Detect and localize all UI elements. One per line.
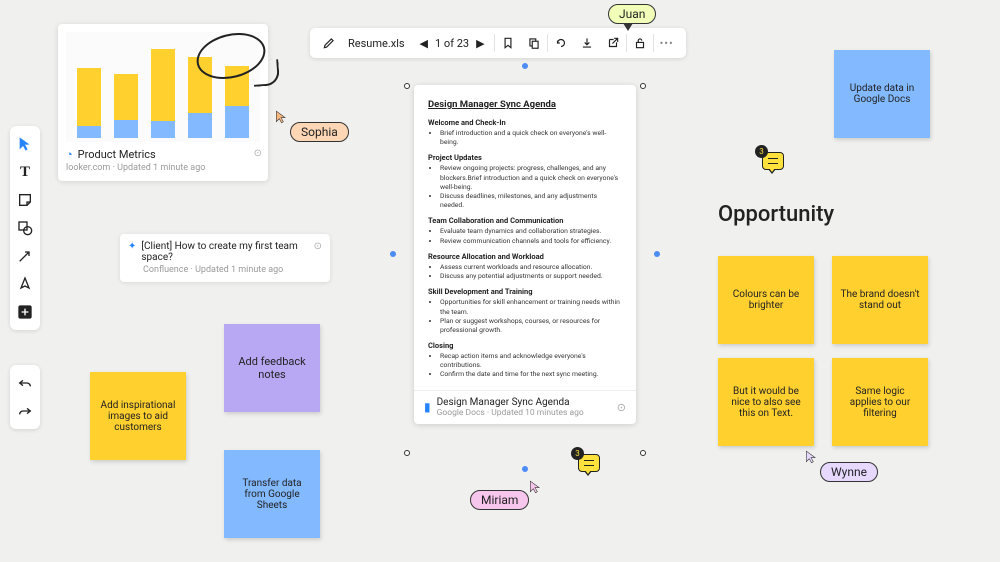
tool-text[interactable]: T [13,160,37,184]
comment-count: 3 [571,447,584,460]
doc-section-heading: Project Updates [428,153,622,163]
sticky-same[interactable]: Same logic applies to our filtering [832,358,928,446]
card-source: looker.com [66,163,110,173]
copy-icon[interactable] [521,28,547,58]
user-label-miriam: Miriam [470,490,529,510]
tool-add[interactable] [13,300,37,324]
selection-handle[interactable] [404,83,410,89]
doc-bullet: Assess current workloads and resource al… [440,263,622,272]
selection-handle[interactable] [404,450,410,456]
doc-bullet: Evaluate team dynamics and collaboration… [440,227,622,236]
toolbox-history [10,365,40,429]
user-label-sophia: Sophia [290,122,349,142]
comment-count: 3 [755,145,768,158]
open-external-icon[interactable] [600,28,626,58]
filename[interactable]: Resume.xls [342,28,411,58]
document-toolbar: Resume.xls ◀ 1 of 23 ▶ ••• [310,28,686,58]
sticky-inspirational[interactable]: Add inspirational images to aid customer… [90,372,186,460]
selection-mid-handle[interactable] [522,63,528,69]
user-label-juan: Juan [608,4,656,24]
bookmark-icon[interactable] [495,28,521,58]
card-conf-source: Confluence [143,265,188,275]
card-title: Product Metrics [78,148,156,161]
doc-bullet: Review communication channels and tools … [440,237,622,246]
sticky-update[interactable]: Update data in Google Docs [834,50,930,138]
card-product-metrics[interactable]: ◔ Product Metrics looker.com · Updated 1… [58,24,268,181]
tool-pen[interactable] [13,272,37,296]
page-indicator: 1 of 23 [435,37,469,50]
tool-shape[interactable] [13,216,37,240]
doc-section-heading: Welcome and Check-In [428,118,622,128]
edit-icon[interactable] [316,28,342,58]
sticky-colours[interactable]: Colours can be brighter [718,256,814,344]
lock-icon[interactable] [627,28,653,58]
doc-bullet: Confirm the date and time for the next s… [440,370,622,379]
doc-heading: Design Manager Sync Agenda [428,99,622,112]
doc-bullet: Recap action items and acknowledge every… [440,352,622,370]
selection-mid-handle[interactable] [390,251,396,257]
doc-section-heading: Resource Allocation and Workload [428,252,622,262]
selection-handle[interactable] [640,83,646,89]
user-label-wynne: Wynne [820,462,878,482]
card-conf-more-icon[interactable]: ⊙ [314,241,322,252]
doc-bullet: Discuss any potential adjustments or sup… [440,272,622,281]
doc-section-heading: Team Collaboration and Communication [428,216,622,226]
card-more-icon[interactable]: ⊙ [254,148,262,159]
doc-bullet: Review ongoing projects: progress, chall… [440,164,622,192]
chart-product-metrics [66,32,260,142]
cursor-miriam-icon [528,480,542,494]
tool-sticky[interactable] [13,188,37,212]
sticky-transfer[interactable]: Transfer data from Google Sheets [224,450,320,538]
doc-footer-updated: Updated 10 minutes ago [491,408,583,418]
confluence-icon: ✦ [128,241,136,252]
download-icon[interactable] [574,28,600,58]
selection-mid-handle[interactable] [654,251,660,257]
doc-bullet: Plan or suggest workshops, courses, or r… [440,317,622,335]
redo-button[interactable] [13,399,37,423]
doc-footer-title: Design Manager Sync Agenda [437,397,584,408]
doc-section-heading: Closing [428,341,622,351]
comment-bubble[interactable]: 3 [762,152,784,170]
page-prev-button[interactable]: ◀ [417,37,431,50]
undo-button[interactable] [13,371,37,395]
tool-select[interactable] [13,132,37,156]
selection-mid-handle[interactable] [522,466,528,472]
sticky-feedback[interactable]: Add feedback notes [224,324,320,412]
doc-more-icon[interactable]: ⊙ [617,401,626,414]
doc-section-heading: Skill Development and Training [428,287,622,297]
card-conf-title: [Client] How to create my first team spa… [141,241,308,263]
sticky-brand[interactable]: The brand doesn't stand out [832,256,928,344]
tool-arrow[interactable] [13,244,37,268]
refresh-icon[interactable] [548,28,574,58]
doc-bullet: Brief introduction and a quick check on … [440,129,622,147]
gdocs-icon: ▮ [424,400,431,414]
page-next-button[interactable]: ▶ [473,37,487,50]
heading-opportunity: Opportunity [718,202,834,227]
cursor-wynne-icon [804,450,818,464]
doc-footer-source: Google Docs [437,408,485,418]
toolbox: T [10,126,40,330]
card-confluence[interactable]: ✦ [Client] How to create my first team s… [120,234,330,282]
selection-handle[interactable] [640,450,646,456]
looker-icon: ◔ [66,148,73,161]
card-conf-updated: Updated 1 minute ago [195,265,283,275]
more-icon[interactable]: ••• [654,28,680,58]
sticky-nice[interactable]: But it would be nice to also see this on… [718,358,814,446]
doc-bullet: Opportunities for skill enhancement or t… [440,298,622,316]
card-updated: Updated 1 minute ago [117,163,205,173]
cursor-sophia-icon [274,110,288,124]
doc-bullet: Discuss deadlines, milestones, and any a… [440,192,622,210]
comment-bubble[interactable]: 3 [578,454,600,472]
doc-card[interactable]: Design Manager Sync Agenda Welcome and Ch… [414,85,636,424]
